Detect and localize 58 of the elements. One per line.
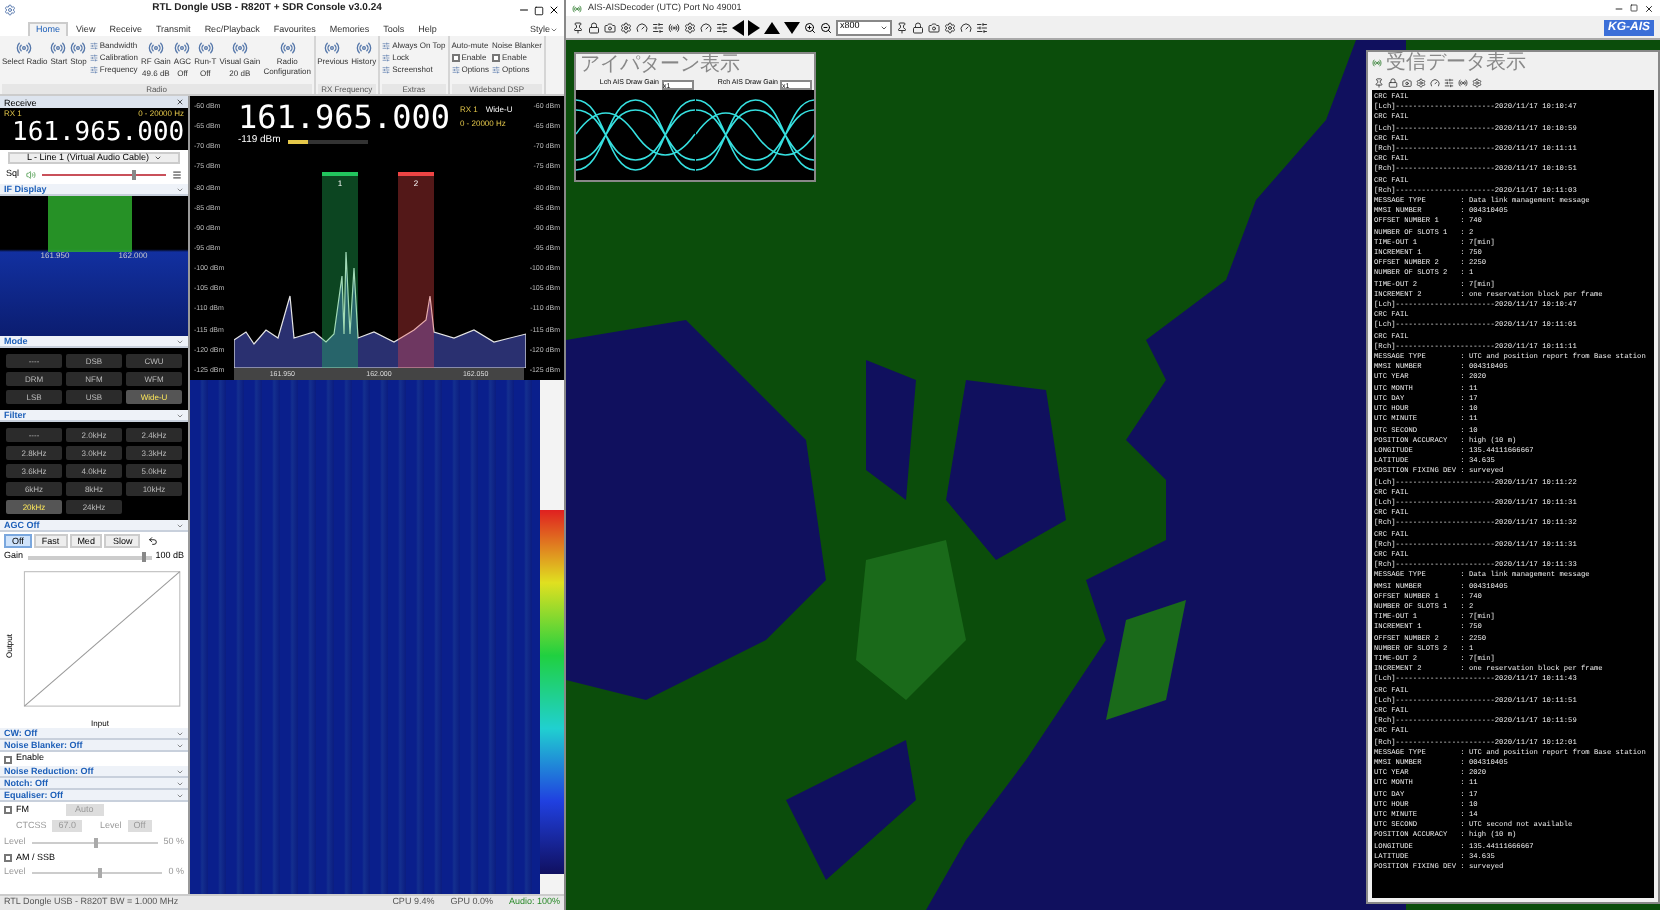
toolbar-icon[interactable]	[716, 21, 728, 33]
passband-highlight	[48, 196, 132, 252]
zoom-out-icon[interactable]	[820, 21, 832, 33]
ribbon-icon	[70, 40, 87, 56]
maximize-icon[interactable]	[1630, 4, 1638, 12]
toolbar-icon[interactable]	[928, 21, 940, 33]
tool-icon	[89, 54, 98, 62]
level-thumb[interactable]	[94, 838, 99, 848]
ribbon-icon	[324, 40, 341, 56]
tool-icon	[89, 42, 98, 50]
toolbar-icon[interactable]	[1388, 77, 1398, 87]
tool-icon	[382, 42, 391, 50]
tool-icon	[382, 54, 391, 62]
tool-icon	[382, 66, 391, 74]
toolbar-icon[interactable]	[604, 21, 616, 33]
app-icon	[4, 4, 16, 16]
toolbar-icon[interactable]	[636, 21, 648, 33]
toolbar-icon[interactable]	[896, 21, 908, 33]
minimize-icon[interactable]	[518, 4, 530, 16]
toolbar-icon[interactable]	[960, 21, 972, 33]
ribbon-icon	[50, 40, 67, 56]
toolbar-icon[interactable]	[1444, 77, 1454, 87]
toolbar-icon[interactable]	[976, 21, 988, 33]
menu-icon[interactable]	[172, 170, 182, 180]
app-icon	[572, 3, 582, 13]
tool-icon	[89, 66, 98, 74]
gain-thumb[interactable]	[141, 552, 146, 562]
tool-icon	[492, 66, 501, 74]
ribbon-icon	[174, 40, 191, 56]
maximize-icon[interactable]	[534, 5, 544, 15]
window-title: 受信データ表示	[1386, 53, 1526, 73]
toolbar-icon[interactable]	[912, 21, 924, 33]
ribbon-icon	[197, 40, 214, 56]
eye-pattern-drawing	[695, 90, 814, 180]
zoom-in-icon[interactable]	[804, 21, 816, 33]
window-title: アイパターン表示	[580, 56, 740, 76]
ribbon-icon	[16, 40, 33, 56]
toolbar-icon[interactable]	[684, 21, 696, 33]
toolbar-icon[interactable]	[668, 21, 680, 33]
toolbar-icon[interactable]	[700, 21, 712, 33]
frequency-display: 161.965.000	[0, 118, 188, 150]
toolbar-icon[interactable]	[572, 21, 584, 33]
ribbon-icon	[231, 40, 248, 56]
ribbon-icon	[147, 40, 164, 56]
toolbar-icon[interactable]	[620, 21, 632, 33]
frequency-readout: 161.965.000	[238, 100, 450, 134]
eye-pattern-drawing	[576, 90, 695, 180]
minimize-icon[interactable]	[1614, 3, 1624, 13]
toolbar-icon[interactable]	[652, 21, 664, 33]
close-icon[interactable]	[548, 4, 560, 16]
toolbar-icon[interactable]	[1402, 77, 1412, 87]
ribbon-icon	[355, 40, 372, 56]
undo-icon[interactable]	[148, 536, 159, 546]
app-icon	[1372, 58, 1382, 68]
ribbon-icon	[279, 40, 296, 56]
toolbar-icon[interactable]	[944, 21, 956, 33]
tool-icon	[451, 66, 460, 74]
toolbar-icon[interactable]	[588, 21, 600, 33]
